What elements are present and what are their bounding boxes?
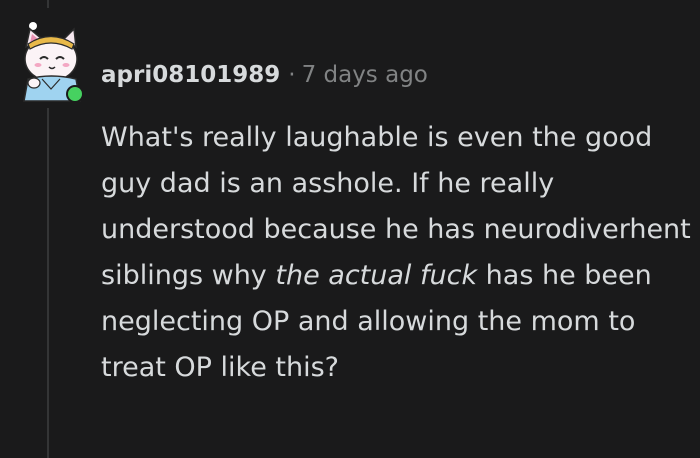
comment-body: What's really laughable is even the good… (101, 115, 691, 391)
thread-line-top[interactable] (47, 0, 49, 8)
comment-text-emphasis: the actual fuck (275, 260, 478, 291)
username-link[interactable]: apri08101989 (101, 62, 280, 88)
comment-meta: apri08101989 · 7 days ago (101, 58, 428, 92)
cat-avatar-icon (23, 22, 84, 103)
comment-timestamp[interactable]: 7 days ago (302, 62, 428, 88)
thread-line[interactable] (47, 108, 49, 458)
user-avatar[interactable] (14, 17, 86, 103)
meta-separator: · (288, 62, 296, 88)
online-status-indicator (68, 87, 82, 101)
